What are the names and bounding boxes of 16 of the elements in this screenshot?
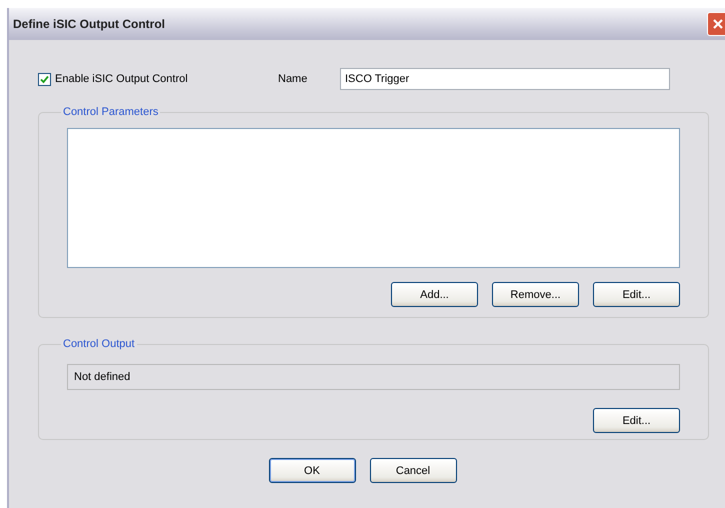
name-label: Name — [278, 73, 308, 85]
group-title: Control Parameters — [62, 106, 160, 118]
edit-button[interactable]: Edit... — [593, 408, 680, 433]
output-field: Not defined — [67, 364, 680, 390]
name-field[interactable]: ISCO Trigger — [340, 68, 670, 90]
close-button[interactable] — [707, 12, 725, 36]
close-icon — [712, 18, 724, 30]
checkbox-label: Enable iSIC Output Control — [55, 73, 188, 85]
dialog-button[interactable]: Edit... — [593, 282, 680, 307]
dialog-button[interactable]: Add... — [391, 282, 478, 307]
dialog-button[interactable]: Remove... — [492, 282, 579, 307]
dialog-button[interactable]: Cancel — [370, 458, 456, 483]
window-title: Define iSIC Output Control — [13, 17, 165, 31]
checkbox[interactable] — [38, 72, 51, 86]
group-title: Control Output — [62, 338, 136, 350]
dialog-button[interactable]: OK — [268, 458, 356, 483]
